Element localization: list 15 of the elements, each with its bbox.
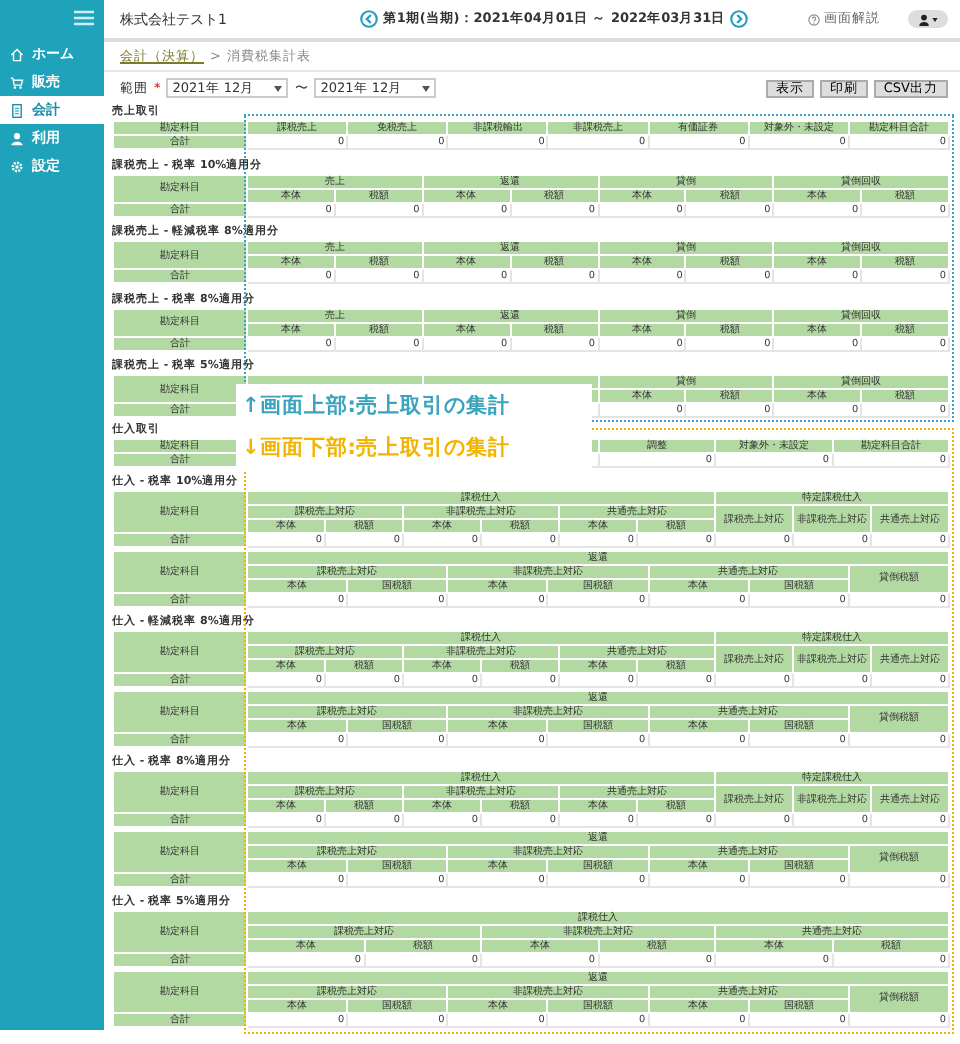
caret-icon — [422, 85, 431, 91]
cart-icon — [10, 75, 24, 89]
person-icon — [918, 13, 930, 25]
help-icon — [808, 13, 820, 25]
home-icon — [10, 47, 24, 61]
caret-icon — [932, 17, 938, 21]
next-icon[interactable] — [729, 10, 748, 28]
settings-icon — [10, 159, 24, 173]
annotation-text: ↑画面上部:売上取引の集計 — [236, 384, 592, 428]
user-menu-button[interactable] — [908, 10, 948, 28]
person-icon — [10, 131, 24, 145]
caret-icon — [274, 85, 283, 91]
annotation-text: ↓画面下部:売上取引の集計 — [236, 425, 592, 469]
previous-icon[interactable] — [360, 10, 379, 28]
menu-icon[interactable] — [74, 10, 94, 26]
